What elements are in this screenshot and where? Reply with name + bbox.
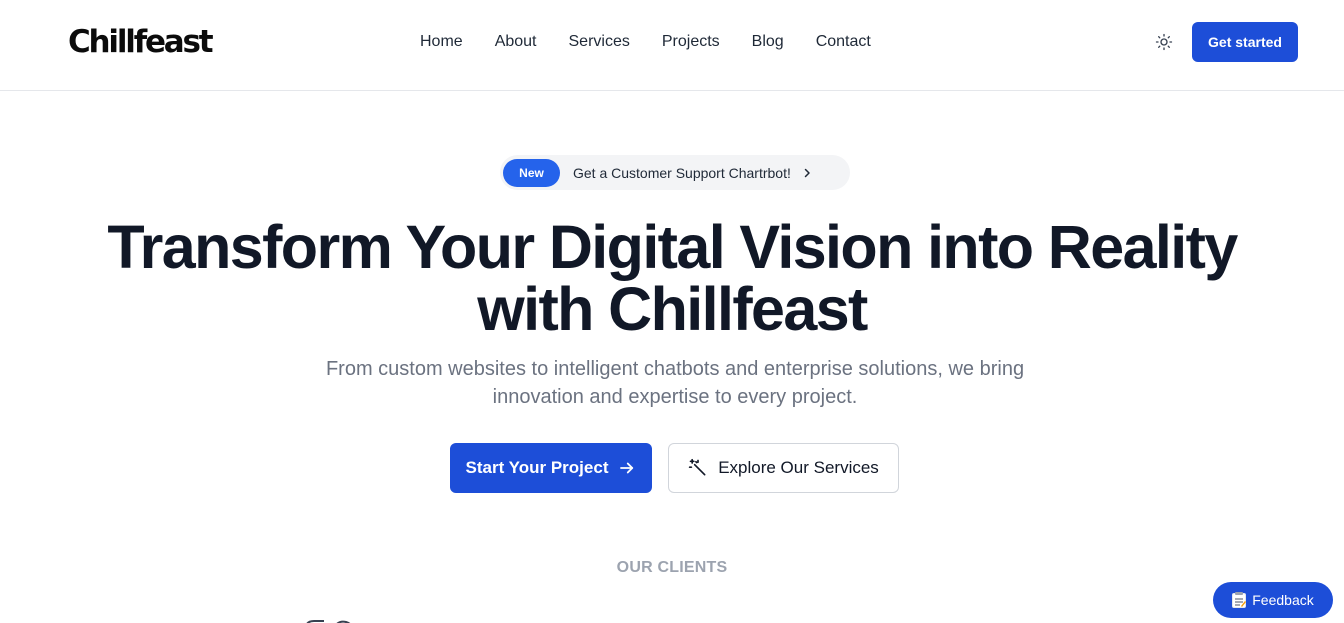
hero-title: Transform Your Digital Vision into Reali… [60, 216, 1284, 340]
nav-blog[interactable]: Blog [752, 30, 784, 54]
explore-services-button[interactable]: Explore Our Services [668, 443, 899, 493]
new-badge: New [503, 158, 560, 187]
nav-services[interactable]: Services [569, 30, 630, 54]
hero-subtitle-line-1: From custom websites to intelligent chat… [325, 358, 1025, 380]
chevron-right-icon [801, 166, 815, 180]
start-project-button[interactable]: Start Your Project [450, 443, 652, 493]
logo[interactable]: Chillfeast [68, 22, 214, 62]
arrow-right-icon [620, 462, 634, 474]
nav-projects[interactable]: Projects [662, 30, 720, 54]
hero-subtitle-line-2: innovation and expertise to every projec… [492, 386, 858, 408]
hero-subtitle: From custom websites to intelligent chat… [270, 355, 1080, 411]
nav-home[interactable]: Home [420, 30, 463, 54]
sun-icon [1155, 33, 1173, 51]
site-header: Chillfeast Home About Services Projects … [0, 0, 1344, 91]
main-nav: Home About Services Projects Blog Contac… [420, 30, 871, 54]
nav-about[interactable]: About [495, 30, 537, 54]
explore-services-label: Explore Our Services [718, 458, 879, 477]
memo-icon [1232, 592, 1247, 608]
nav-contact[interactable]: Contact [816, 30, 871, 54]
feedback-button[interactable]: Feedback [1213, 582, 1333, 618]
theme-toggle-button[interactable] [1152, 30, 1176, 54]
feedback-label: Feedback [1252, 592, 1314, 608]
announcement-text: Get a Customer Support Chartrbot! [573, 164, 791, 181]
client-logo [304, 615, 354, 623]
hero-title-line-1: Transform Your Digital Vision into Reali… [107, 213, 1238, 281]
announcement-pill[interactable]: New Get a Customer Support Chartrbot! [500, 155, 850, 190]
start-project-label: Start Your Project [465, 458, 609, 477]
magic-wand-icon [689, 458, 706, 476]
clients-heading: OUR CLIENTS [616, 559, 728, 576]
get-started-button[interactable]: Get started [1192, 22, 1298, 62]
hero-title-line-2: with Chillfeast [477, 275, 868, 343]
